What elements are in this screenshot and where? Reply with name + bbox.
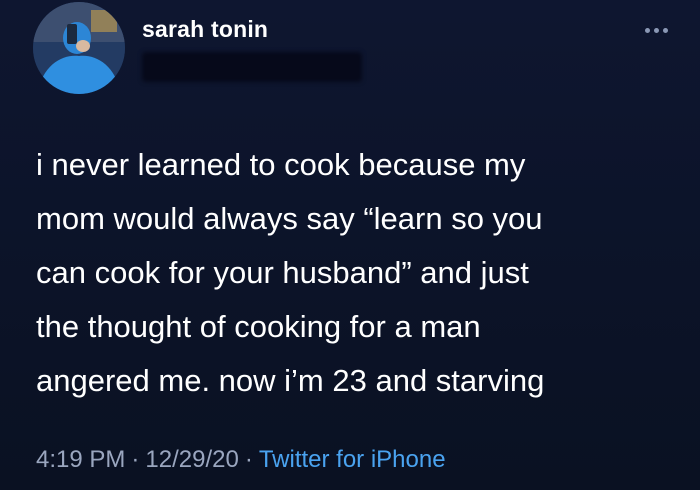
tweet-text: i never learned to cook because my mom w… (36, 138, 676, 408)
more-dot (644, 27, 650, 33)
avatar-image (33, 2, 125, 94)
tweet-text-line: angered me. now i’m 23 and starving (36, 363, 545, 398)
more-horizontal-icon[interactable] (636, 18, 676, 42)
tweet-metadata: 4:19 PM · 12/29/20 · Twitter for iPhone (36, 446, 446, 474)
more-dot (653, 27, 659, 33)
tweet-time[interactable]: 4:19 PM (36, 446, 125, 473)
meta-separator: · (131, 446, 140, 473)
avatar[interactable] (33, 2, 125, 94)
tweet-text-line: can cook for your husband” and just (36, 255, 529, 290)
tweet-text-line: the thought of cooking for a man (36, 309, 481, 344)
tweet-source-link[interactable]: Twitter for iPhone (259, 446, 446, 473)
author-display-name[interactable]: sarah tonin (142, 16, 268, 43)
meta-separator: · (244, 446, 253, 473)
redacted-handle (142, 52, 362, 82)
more-dot (662, 27, 668, 33)
tweet-date[interactable]: 12/29/20 (145, 446, 238, 473)
tweet-card: sarah tonin i never learned to cook beca… (0, 0, 700, 490)
tweet-text-line: i never learned to cook because my (36, 147, 526, 182)
tweet-text-line: mom would always say “learn so you (36, 201, 543, 236)
